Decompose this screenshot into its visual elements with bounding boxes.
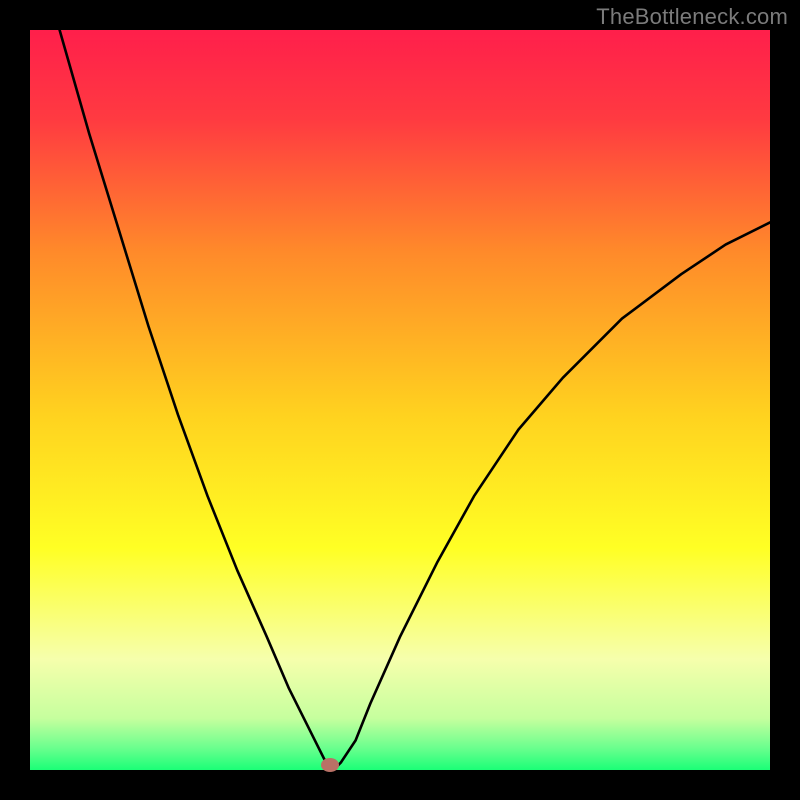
bottleneck-curve — [30, 30, 770, 770]
chart-frame: TheBottleneck.com — [0, 0, 800, 800]
watermark-text: TheBottleneck.com — [596, 4, 788, 30]
plot-area — [30, 30, 770, 770]
minimum-marker-icon — [321, 758, 339, 772]
